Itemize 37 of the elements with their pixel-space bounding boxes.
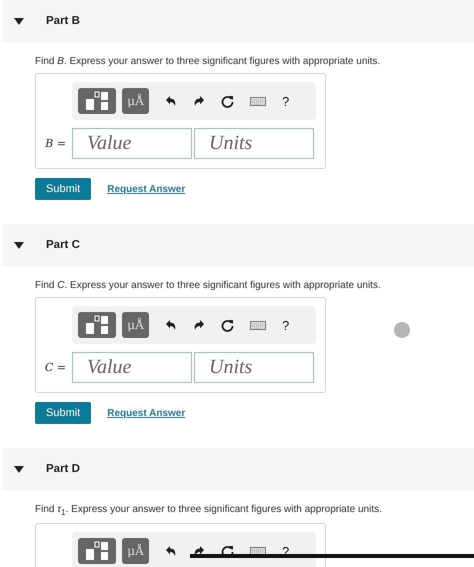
variable-label: C = [44,361,67,374]
request-answer-link[interactable]: Request Answer [107,184,186,194]
units-field[interactable]: Units [194,352,314,383]
undo-button[interactable] [165,319,177,331]
undo-button[interactable] [165,95,177,107]
keyboard-button[interactable] [250,546,266,556]
touch-indicator [394,322,410,338]
value-field[interactable]: Value [72,352,192,383]
reset-button[interactable] [221,94,234,108]
question-prompt: Find τ$_{1}$. Express your answer to three significant figures with appropriate units. [35,504,383,517]
value-field[interactable]: Value [72,128,192,159]
undo-button[interactable] [165,545,177,557]
reset-button[interactable] [221,318,234,332]
part-title: Part D [46,463,80,475]
units-button[interactable]: μÅ [122,312,149,338]
submit-button[interactable]: Submit [35,402,92,424]
part-header[interactable]: Part B [2,0,474,42]
templates-button[interactable] [78,538,116,564]
variable-label: B = [44,137,67,150]
part-header[interactable]: Part D [2,448,474,490]
redo-button[interactable] [193,545,205,557]
part-header[interactable]: Part C [2,224,474,266]
part-title: Part B [46,15,80,27]
question-prompt: Find B. Express your answer to three significant figures with appropriate units. [35,56,382,67]
templates-button[interactable] [78,312,116,338]
submit-button[interactable]: Submit [35,178,92,200]
templates-button[interactable] [78,88,116,114]
help-button[interactable]: ? [282,318,290,332]
request-answer-link[interactable]: Request Answer [107,408,186,418]
part-title: Part C [46,239,80,251]
units-button[interactable]: μÅ [122,88,149,114]
units-button[interactable]: μÅ [122,538,149,564]
question-prompt: Find C. Express your answer to three significant figures with appropriate units. [35,280,382,291]
redo-button[interactable] [193,319,205,331]
units-field[interactable]: Units [194,128,314,159]
help-button[interactable]: ? [282,94,290,108]
redo-button[interactable] [193,95,205,107]
